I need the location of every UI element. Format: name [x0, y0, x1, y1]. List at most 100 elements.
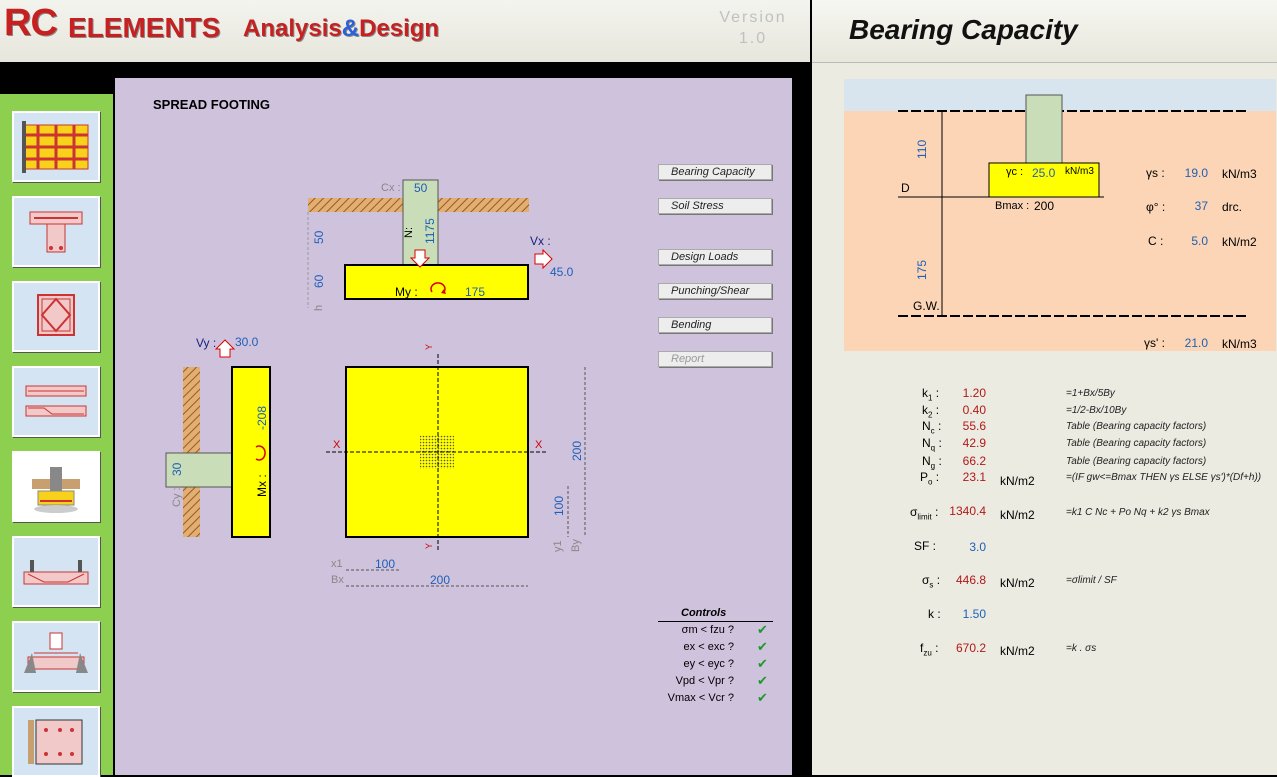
- mx-label: Mx :: [255, 474, 269, 497]
- x1-label: x1: [331, 558, 343, 570]
- controls-divider: [658, 621, 773, 622]
- control-check-1: ✔: [757, 622, 768, 637]
- slab-grid-icon: [22, 121, 89, 173]
- version-label: Version 1.0: [708, 7, 798, 49]
- bearing-title: Bearing Capacity: [849, 14, 1078, 45]
- nav-girder[interactable]: [12, 536, 100, 607]
- version-text: Version: [719, 9, 787, 26]
- k-value: 1.50: [962, 607, 986, 621]
- logo-analysis: Analysis: [243, 15, 342, 42]
- k1-label: k1 :: [922, 386, 940, 403]
- logo-analysis-design: Analysis&Design: [243, 15, 439, 43]
- by-value: 200: [570, 440, 584, 461]
- footing-side-drawing: [165, 339, 271, 538]
- gc-unit: kN/m3: [1065, 166, 1094, 177]
- x1-value: 100: [375, 557, 396, 571]
- gc-value: 25.0: [1032, 166, 1056, 180]
- depth-110-value: 110: [915, 139, 929, 159]
- nq-value: 42.9: [962, 436, 986, 450]
- c-value: 5.0: [1191, 234, 1208, 248]
- vx-value: 45.0: [550, 265, 574, 279]
- gs2-label: γs' :: [1144, 336, 1165, 350]
- cx-label: Cx :: [381, 182, 401, 194]
- control-label-2: ex < exc ?: [683, 641, 734, 653]
- bending-button[interactable]: Bending: [658, 317, 772, 333]
- nav-corbel[interactable]: [12, 621, 100, 692]
- nav-column[interactable]: [12, 281, 100, 352]
- controls-title: Controls: [681, 607, 727, 619]
- tbeam-icon: [29, 211, 83, 253]
- fzu-label: fzu :: [920, 641, 939, 658]
- slimit-formula: =k1 C Nc + Po Nq + k2 γs Bmax: [1066, 507, 1210, 518]
- bx-value: 200: [430, 573, 451, 587]
- design-loads-button[interactable]: Design Loads: [658, 249, 772, 265]
- y1-label: y1: [552, 540, 564, 552]
- po-formula: =(IF gw<=Bmax THEN γs ELSE γs')*(Df+h)): [1066, 472, 1262, 483]
- h-footing-value: 60: [312, 274, 326, 288]
- control-label-3: ey < eyc ?: [683, 658, 734, 670]
- plan-y-bottom: Y: [424, 542, 434, 549]
- vy-value: 30.0: [235, 335, 259, 349]
- k-label: k :: [928, 607, 941, 621]
- version-number: 1.0: [738, 30, 768, 47]
- plan-x-right: X: [535, 439, 543, 451]
- control-check-4: ✔: [757, 673, 768, 688]
- gs-unit: kN/m3: [1222, 167, 1257, 181]
- fzu-unit: kN/m2: [1000, 644, 1035, 658]
- control-check-5: ✔: [757, 690, 768, 705]
- phi-label: φ° :: [1146, 200, 1166, 214]
- wall-icon: [28, 719, 83, 765]
- k1-formula: =1+Bx/5By: [1066, 388, 1115, 399]
- nq-label: Nq :: [922, 436, 942, 453]
- d-label: D: [901, 181, 910, 195]
- nav-wall[interactable]: [12, 706, 100, 777]
- gs-value: 19.0: [1184, 166, 1208, 180]
- n-value: 1175: [423, 218, 437, 244]
- k2-formula: =1/2-Bx/10By: [1066, 405, 1127, 416]
- nc-label: Nc :: [922, 419, 942, 436]
- plan-x-left: X: [333, 439, 341, 451]
- h-column-value: 50: [312, 230, 326, 244]
- punching-shear-button[interactable]: Punching/Shear: [658, 283, 772, 299]
- ss-label: σs :: [922, 573, 941, 590]
- c-label: C :: [1148, 234, 1164, 248]
- gs-label: γs :: [1146, 166, 1165, 180]
- nav-slab[interactable]: [12, 111, 100, 182]
- report-button[interactable]: Report: [658, 351, 772, 367]
- phi-unit: drc.: [1222, 200, 1243, 214]
- bmax-value: 200: [1034, 199, 1055, 213]
- cy-label: Cy :: [171, 487, 183, 507]
- nav-tbeam[interactable]: [12, 196, 100, 267]
- girder-icon: [23, 560, 89, 585]
- soil-profile-drawing: [844, 79, 1276, 351]
- nc-value: 55.6: [962, 419, 986, 433]
- slimit-unit: kN/m2: [1000, 508, 1035, 522]
- control-check-2: ✔: [757, 639, 768, 654]
- nq-formula: Table (Bearing capacity factors): [1066, 438, 1207, 449]
- ng-value: 66.2: [962, 454, 986, 468]
- control-check-3: ✔: [757, 656, 768, 671]
- spread-footing-icon: [32, 467, 80, 513]
- k1-value: 1.20: [962, 386, 986, 400]
- soil-stress-button[interactable]: Soil Stress: [658, 198, 772, 214]
- vx-label: Vx :: [530, 234, 551, 248]
- n-label: N:: [403, 227, 415, 238]
- phi-value: 37: [1194, 199, 1208, 213]
- ng-label: Ng :: [922, 454, 942, 471]
- sf-label: SF :: [914, 539, 937, 553]
- gw-label: G.W.: [913, 299, 940, 313]
- nav-beam[interactable]: [12, 366, 100, 437]
- vy-label: Vy :: [196, 336, 217, 350]
- gs2-value: 21.0: [1184, 336, 1208, 350]
- gs2-unit: kN/m3: [1222, 337, 1257, 351]
- slimit-value: 1340.4: [949, 504, 986, 518]
- nav-spread-footing[interactable]: [12, 451, 100, 522]
- control-label-4: Vpd < Vpr ?: [675, 675, 734, 687]
- po-unit: kN/m2: [1000, 474, 1035, 488]
- po-label: Po :: [920, 470, 940, 487]
- my-value: 175: [465, 285, 486, 299]
- bearing-capacity-button[interactable]: Bearing Capacity: [658, 164, 772, 180]
- h-label: h: [313, 304, 325, 311]
- ng-formula: Table (Bearing capacity factors): [1066, 456, 1207, 467]
- cx-value: 50: [414, 181, 428, 195]
